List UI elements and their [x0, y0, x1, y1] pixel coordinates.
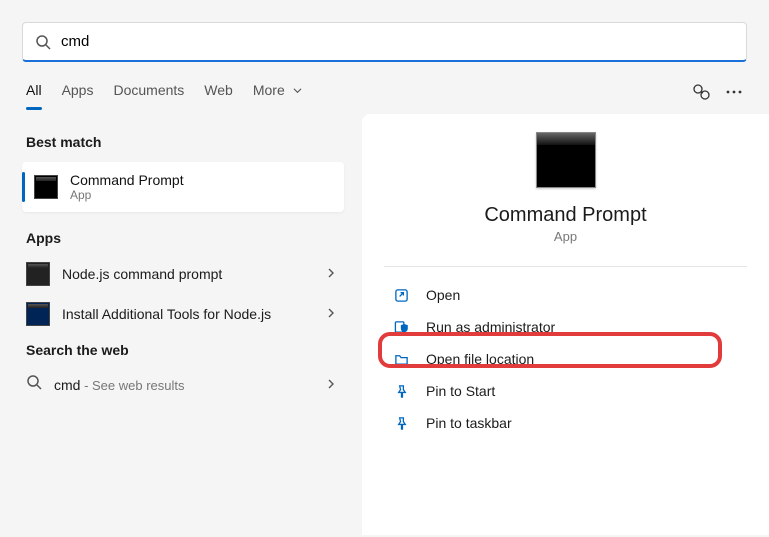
- tab-more-label: More: [253, 82, 285, 98]
- section-search-web: Search the web: [0, 334, 362, 366]
- web-item-term: cmd: [54, 377, 80, 393]
- searchbar-container: [0, 0, 769, 72]
- tab-web[interactable]: Web: [204, 76, 233, 108]
- preview-title: Command Prompt: [484, 204, 646, 227]
- action-label: Pin to Start: [426, 383, 495, 399]
- tab-all[interactable]: All: [26, 76, 42, 108]
- tab-documents[interactable]: Documents: [113, 76, 184, 108]
- best-match-title: Command Prompt: [70, 172, 184, 188]
- action-pin-to-taskbar[interactable]: Pin to taskbar: [362, 407, 769, 439]
- search-panel: { "search": { "value": "cmd" }, "tabs": …: [0, 0, 769, 537]
- tab-more[interactable]: More: [253, 76, 302, 108]
- pin-icon: [392, 384, 410, 399]
- list-item-label: Install Additional Tools for Node.js: [62, 306, 326, 322]
- pin-icon: [392, 416, 410, 431]
- results-column: Best match Command Prompt App Apps Node.…: [0, 112, 362, 535]
- more-options-icon[interactable]: [725, 83, 743, 101]
- action-run-as-administrator[interactable]: Run as administrator: [362, 311, 769, 343]
- actions-list: Open Run as administrator Open file loca…: [362, 275, 769, 443]
- section-best-match: Best match: [0, 126, 362, 158]
- search-icon: [26, 374, 42, 395]
- web-search-item[interactable]: cmd - See web results: [0, 366, 362, 403]
- action-label: Open file location: [426, 351, 534, 367]
- action-label: Pin to taskbar: [426, 415, 512, 431]
- chevron-right-icon: [326, 265, 336, 283]
- chevron-right-icon: [326, 376, 336, 394]
- tabs: All Apps Documents Web More: [26, 76, 691, 108]
- action-open[interactable]: Open: [362, 279, 769, 311]
- open-icon: [392, 288, 410, 303]
- web-item-suffix: - See web results: [80, 378, 184, 393]
- tabs-actions: [691, 82, 743, 102]
- best-match-subtitle: App: [70, 188, 184, 202]
- folder-icon: [392, 352, 410, 367]
- tab-apps[interactable]: Apps: [62, 76, 94, 108]
- web-item-label: cmd - See web results: [54, 377, 326, 393]
- search-icon: [35, 34, 51, 50]
- preview-subtitle: App: [554, 229, 577, 244]
- apps-item-install-tools[interactable]: Install Additional Tools for Node.js: [0, 294, 362, 334]
- tabs-row: All Apps Documents Web More: [0, 72, 769, 112]
- command-prompt-icon: [34, 175, 58, 199]
- searchbar[interactable]: [22, 22, 747, 62]
- shield-icon: [392, 320, 410, 335]
- content: Best match Command Prompt App Apps Node.…: [0, 112, 769, 535]
- section-apps: Apps: [0, 222, 362, 254]
- preview-header: Command Prompt App: [362, 132, 769, 258]
- chevron-right-icon: [326, 305, 336, 323]
- list-item-label: Node.js command prompt: [62, 266, 326, 282]
- search-settings-icon[interactable]: [691, 82, 711, 102]
- action-open-file-location[interactable]: Open file location: [362, 343, 769, 375]
- nodejs-prompt-icon: [26, 262, 50, 286]
- chevron-down-icon: [293, 82, 302, 98]
- action-pin-to-start[interactable]: Pin to Start: [362, 375, 769, 407]
- search-input[interactable]: [61, 33, 734, 50]
- preview-pane: Command Prompt App Open Run as administr…: [362, 114, 769, 535]
- best-match-item[interactable]: Command Prompt App: [22, 162, 344, 212]
- command-prompt-large-icon: [536, 132, 596, 188]
- powershell-icon: [26, 302, 50, 326]
- divider: [384, 266, 747, 267]
- action-label: Open: [426, 287, 460, 303]
- action-label: Run as administrator: [426, 319, 555, 335]
- apps-item-nodejs-prompt[interactable]: Node.js command prompt: [0, 254, 362, 294]
